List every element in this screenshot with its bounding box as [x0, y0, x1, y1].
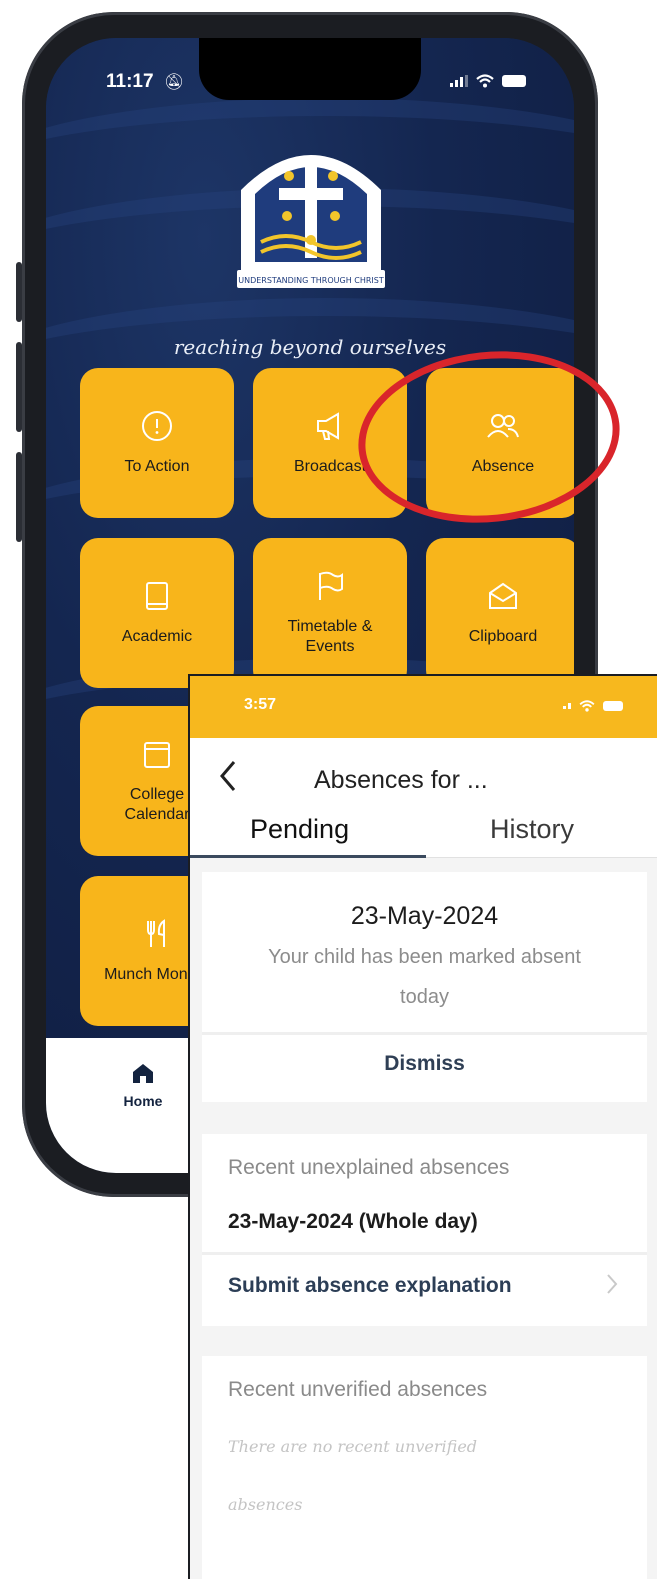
- battery-icon: [502, 75, 526, 87]
- chevron-right-icon: [607, 1274, 618, 1294]
- cutlery-icon: [147, 919, 165, 947]
- signal-icon: [450, 75, 468, 87]
- unexplained-absences-card: Recent unexplained absences 23-May-2024 …: [202, 1134, 647, 1326]
- dismiss-button[interactable]: Dismiss: [202, 1052, 647, 1076]
- status-time: 3:57: [244, 696, 277, 713]
- tile-label: To Action: [124, 458, 190, 475]
- college-crest-logo: UNDERSTANDING THROUGH CHRIST: [237, 155, 385, 288]
- wifi-icon: [476, 74, 494, 88]
- page-header: Absences for ... Pending History: [190, 738, 657, 858]
- status-time: 11:17: [106, 71, 154, 92]
- unexplained-item: 23-May-2024 (Whole day): [228, 1210, 478, 1233]
- phone-side-button: [16, 262, 22, 322]
- status-icons: [563, 700, 623, 712]
- tile-label: Academic: [121, 628, 193, 645]
- active-tab-indicator: [190, 855, 426, 858]
- tile-academic[interactable]: Academic: [80, 538, 234, 688]
- calendar-icon: [144, 742, 170, 768]
- status-bar: 3:57: [190, 676, 657, 738]
- megaphone-icon: [317, 412, 339, 440]
- notice-message: Your child has been marked absent today: [268, 946, 581, 1008]
- tab-home[interactable]: Home: [108, 1062, 178, 1109]
- book-icon: [146, 582, 168, 610]
- flag-icon: [319, 571, 343, 600]
- tab-history[interactable]: History: [490, 814, 574, 845]
- alert-circle-icon: [142, 411, 172, 441]
- signal-icon: [563, 703, 571, 709]
- status-icons: [450, 74, 526, 88]
- phone-volume-button: [16, 452, 22, 542]
- silent-bell-icon: 🔕︎: [164, 72, 185, 91]
- unverified-title: Recent unverified absences: [228, 1378, 488, 1401]
- camera-notch: [199, 38, 421, 100]
- phone-volume-button: [16, 342, 22, 432]
- crest-motto: UNDERSTANDING THROUGH CHRIST: [238, 276, 384, 285]
- unexplained-title: Recent unexplained absences: [228, 1156, 510, 1179]
- tile-label: Timetable & Events: [287, 618, 373, 655]
- battery-icon: [603, 701, 623, 711]
- tile-clipboard[interactable]: Clipboard: [426, 538, 574, 688]
- tile-to-action[interactable]: To Action: [80, 368, 234, 518]
- tile-label: Clipboard: [468, 628, 538, 645]
- tab-pending[interactable]: Pending: [250, 814, 349, 845]
- unverified-absences-card: Recent unverified absences There are no …: [202, 1356, 647, 1579]
- back-arrow-icon[interactable]: [214, 756, 244, 796]
- tab-home-label: Home: [123, 1093, 163, 1109]
- tile-timetable-events[interactable]: Timetable & Events: [253, 538, 407, 688]
- unverified-empty-message: There are no recent unverified absences: [228, 1437, 478, 1514]
- envelope-icon: [489, 582, 517, 609]
- notice-date: 23-May-2024: [350, 902, 499, 930]
- home-icon: [133, 1064, 153, 1083]
- page-title: Absences for ...: [314, 766, 488, 794]
- absence-notice-card: 23-May-2024 Your child has been marked a…: [202, 872, 647, 1102]
- submit-explanation-link[interactable]: Submit absence explanation: [228, 1274, 512, 1298]
- absence-screen: 3:57 Absences for ... Pending History 23…: [188, 674, 657, 1579]
- wifi-icon: [579, 700, 595, 712]
